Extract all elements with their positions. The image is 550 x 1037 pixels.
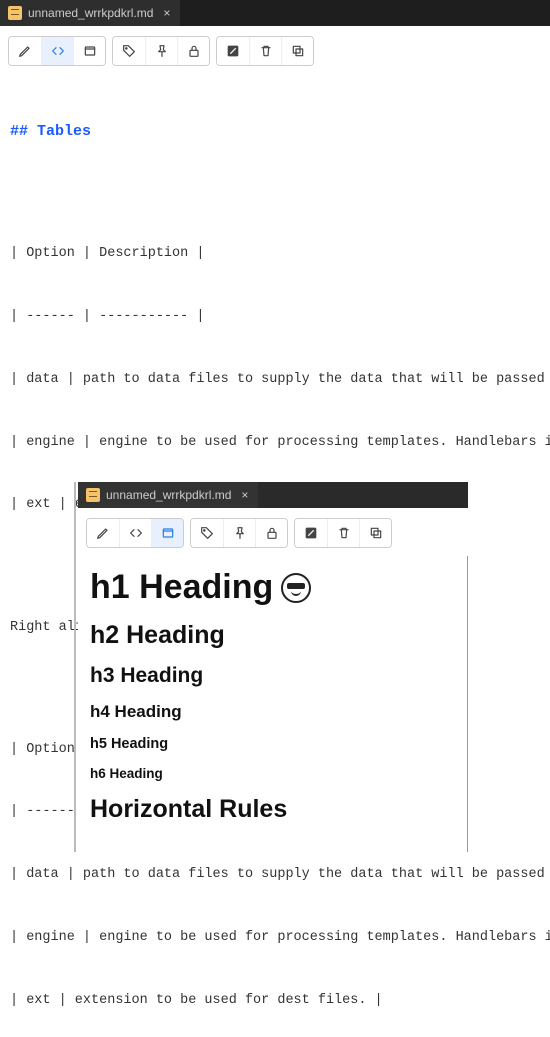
table-row: | engine | engine to be used for process… — [10, 433, 540, 454]
duplicate-button[interactable] — [359, 519, 391, 547]
close-icon[interactable]: × — [237, 489, 248, 501]
delete-button[interactable] — [327, 519, 359, 547]
file-icon — [8, 6, 22, 20]
lock-button[interactable] — [255, 519, 287, 547]
h1-text: h1 Heading — [90, 568, 273, 607]
delete-button[interactable] — [249, 37, 281, 65]
tab-filename: unnamed_wrrkpdkrl.md — [28, 6, 153, 20]
edit-note-button[interactable] — [295, 519, 327, 547]
tab-file[interactable]: unnamed_wrrkpdkrl.md × — [78, 482, 258, 508]
source-heading: ## Tables — [10, 120, 540, 143]
toolbar — [78, 508, 468, 556]
lock-button[interactable] — [177, 37, 209, 65]
meta-group — [190, 518, 288, 548]
view-mode-group — [86, 518, 184, 548]
table-row: | ext | extension to be used for dest fi… — [10, 991, 540, 1012]
close-icon[interactable]: × — [159, 7, 170, 19]
pin-button[interactable] — [223, 519, 255, 547]
tag-button[interactable] — [113, 37, 145, 65]
preview-mode-button[interactable] — [73, 37, 105, 65]
duplicate-button[interactable] — [281, 37, 313, 65]
preview-hr-title: Horizontal Rules — [90, 795, 456, 824]
code-mode-button[interactable] — [41, 37, 73, 65]
nested-window: unnamed_wrrkpdkrl.md × — [78, 482, 468, 852]
table-row: | Option | Description | — [10, 244, 540, 265]
tab-filename: unnamed_wrrkpdkrl.md — [106, 488, 231, 502]
tab-bar: unnamed_wrrkpdkrl.md × — [0, 0, 550, 26]
edit-mode-button[interactable] — [9, 37, 41, 65]
preview-mode-button[interactable] — [151, 519, 183, 547]
toolbar — [0, 26, 550, 74]
preview-h3: h3 Heading — [90, 664, 456, 688]
action-group — [216, 36, 314, 66]
preview-h2: h2 Heading — [90, 621, 456, 650]
pin-button[interactable] — [145, 37, 177, 65]
preview-h1: h1 Heading — [90, 568, 456, 607]
table-row: | ------ | ----------- | — [10, 307, 540, 328]
preview-h6: h6 Heading — [90, 766, 456, 781]
tab-bar: unnamed_wrrkpdkrl.md × — [78, 482, 468, 508]
code-mode-button[interactable] — [119, 519, 151, 547]
meta-group — [112, 36, 210, 66]
action-group — [294, 518, 392, 548]
sunglasses-emoji-icon — [281, 573, 311, 603]
preview-h4: h4 Heading — [90, 702, 456, 722]
preview-pane: h1 Heading h2 Heading h3 Heading h4 Head… — [78, 556, 468, 828]
view-mode-group — [8, 36, 106, 66]
table-row: | engine | engine to be used for process… — [10, 928, 540, 949]
table-row: | data | path to data files to supply th… — [10, 865, 540, 886]
file-icon — [86, 488, 100, 502]
tag-button[interactable] — [191, 519, 223, 547]
preview-h5: h5 Heading — [90, 736, 456, 752]
table-row: | data | path to data files to supply th… — [10, 370, 540, 391]
edit-note-button[interactable] — [217, 37, 249, 65]
edit-mode-button[interactable] — [87, 519, 119, 547]
tab-file[interactable]: unnamed_wrrkpdkrl.md × — [0, 0, 180, 26]
